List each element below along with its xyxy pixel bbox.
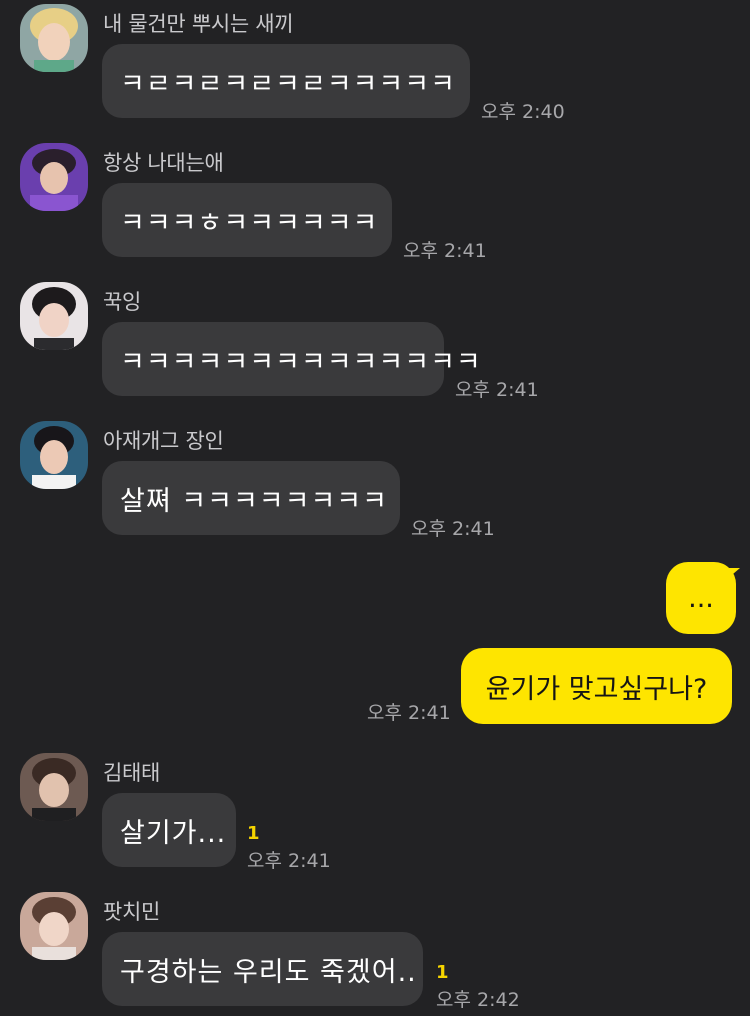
timestamp: 오후 2:42 [436, 989, 520, 1011]
bubble-tail [726, 568, 740, 580]
message-bubble[interactable]: 구경하는 우리도 죽겠어.. [102, 932, 423, 1006]
timestamp: 오후 2:40 [481, 101, 565, 123]
avatar[interactable] [20, 282, 88, 350]
sender-name: 내 물건만 뿌시는 새끼 [103, 12, 294, 36]
message-bubble[interactable]: 살쪄 ㅋㅋㅋㅋㅋㅋㅋㅋ [102, 461, 400, 535]
sender-name: 팟치민 [103, 900, 161, 924]
timestamp: 오후 2:41 [403, 240, 487, 262]
sender-name: 항상 나대는애 [103, 151, 224, 175]
message-bubble[interactable]: ㅋㅋㅋㅋㅋㅋㅋㅋㅋㅋㅋㅋㅋㅋ [102, 322, 481, 396]
avatar[interactable] [20, 421, 88, 489]
chat-room[interactable]: 내 물건만 뿌시는 새끼 ㅋㄹㅋㄹㅋㄹㅋㄹㅋㅋㅋㅋㅋ 오후 2:40 항상 나대… [0, 0, 750, 1016]
sender-name: 아재개그 장인 [103, 429, 224, 453]
message-bubble[interactable]: 살기가... [102, 793, 236, 867]
timestamp: 오후 2:41 [367, 702, 451, 724]
avatar[interactable] [20, 892, 88, 960]
sender-name: 김태태 [103, 761, 161, 785]
timestamp: 오후 2:41 [411, 518, 495, 540]
message-bubble[interactable]: ㅋㅋㅋㅎㅋㅋㅋㅋㅋㅋ [102, 183, 392, 257]
unread-count: 1 [247, 823, 260, 844]
timestamp: 오후 2:41 [247, 850, 331, 872]
my-message-bubble[interactable]: 윤기가 맞고싶구나? [461, 648, 732, 724]
avatar[interactable] [20, 143, 88, 211]
unread-count: 1 [436, 962, 449, 983]
avatar[interactable] [20, 753, 88, 821]
sender-name: 꾹잉 [103, 290, 142, 314]
avatar[interactable] [20, 4, 88, 72]
message-bubble[interactable]: ㅋㄹㅋㄹㅋㄹㅋㄹㅋㅋㅋㅋㅋ [102, 44, 470, 118]
timestamp: 오후 2:41 [455, 379, 539, 401]
